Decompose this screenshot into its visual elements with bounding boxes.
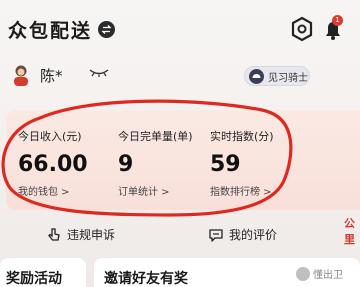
today-stats-card: 今日收入(元) 66.00 我的钱包 > 今日完单量(单) 9 指数排行榜 > … xyxy=(6,110,360,210)
avatar[interactable] xyxy=(10,64,32,88)
my-reviews-action[interactable]: 我的评价 xyxy=(208,226,277,243)
invite-title: 邀请好友有奖 xyxy=(104,271,188,287)
index-ranking-link[interactable]: 指数排行榜 > xyxy=(210,183,272,198)
stat-value: 59 xyxy=(210,152,241,177)
stat-value: 9 xyxy=(118,152,134,177)
stat-label: 今日收入(元) xyxy=(18,130,82,143)
header: 众包配送 xyxy=(8,14,116,44)
hexagon-settings-icon[interactable] xyxy=(289,15,315,43)
complaint-label: 违规申诉 xyxy=(67,228,116,242)
reviews-label: 我的评价 xyxy=(229,228,278,242)
rewards-card[interactable]: 奖励活动 xyxy=(0,258,86,287)
notification-bell-button[interactable]: 1 xyxy=(320,14,350,44)
hand-pointer-icon xyxy=(48,227,60,241)
stat-value: 66.00 xyxy=(18,152,88,177)
watermark: 懂出卫 xyxy=(296,266,343,281)
distance-unit-text: 公里 xyxy=(344,217,355,246)
order-stats-link[interactable]: 订单统计 > xyxy=(118,183,170,198)
stat-label: 实时指数(分) xyxy=(210,130,274,143)
app-title: 众包配送 xyxy=(8,19,93,42)
stat-label: 今日完单量(单) xyxy=(118,130,193,143)
rider-helmet-icon xyxy=(249,68,264,84)
badge-label: 见习骑士 xyxy=(268,72,308,84)
notification-count-badge: 1 xyxy=(332,15,343,26)
chat-bubble-icon xyxy=(209,228,223,242)
watermark-logo-icon xyxy=(296,266,310,281)
watermark-text: 懂出卫 xyxy=(313,270,343,281)
user-name: 陈* xyxy=(40,67,63,85)
complaint-action[interactable]: 违规申诉 xyxy=(46,226,115,243)
rewards-title: 奖励活动 xyxy=(6,271,62,287)
wallet-link[interactable]: 我的钱包 > xyxy=(18,183,70,198)
app-home-screen: 众包配送 1 陈* 见习骑士 今日收入(元) 66.00 我的钱包 > 今日完单… xyxy=(0,0,360,287)
switch-arrows-icon[interactable] xyxy=(98,20,116,38)
closed-eye-icon[interactable] xyxy=(88,66,110,78)
rider-level-badge[interactable]: 见习骑士 xyxy=(244,66,310,86)
